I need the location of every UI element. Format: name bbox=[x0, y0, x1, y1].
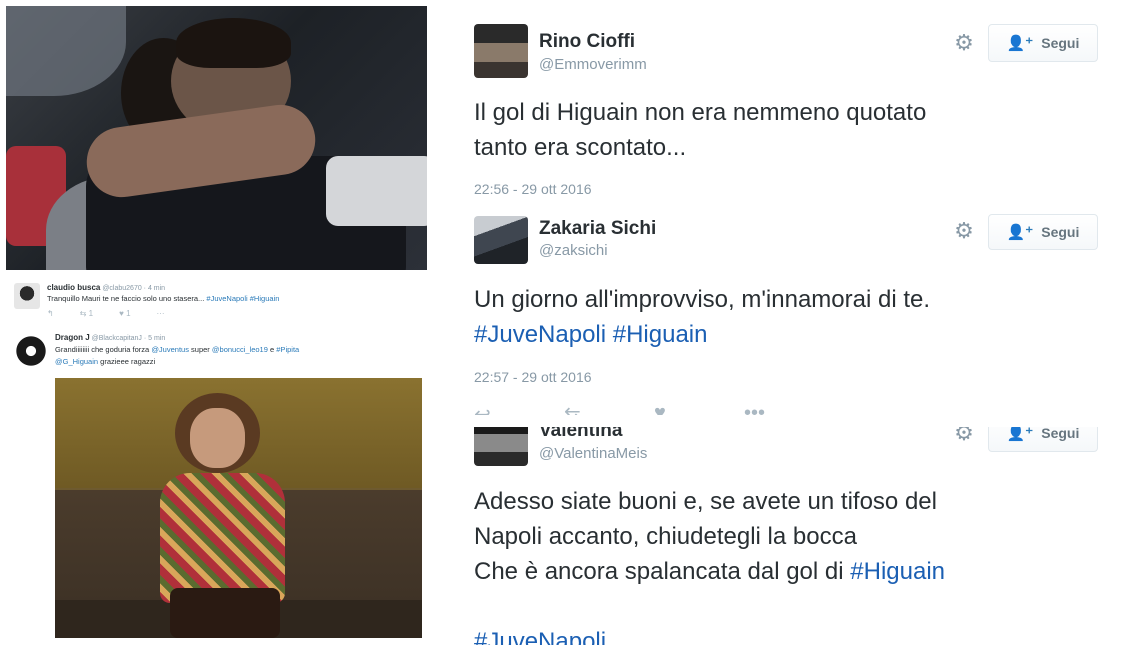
mini-tweet-name[interactable]: Dragon J bbox=[55, 333, 90, 342]
heart-icon[interactable]: ♥ 1 bbox=[119, 309, 130, 318]
user-handle[interactable]: @zaksichi bbox=[539, 242, 608, 259]
gear-icon[interactable]: ⚙ bbox=[952, 219, 976, 243]
mini-tweet-text: Grandiiiiiiii che goduria forza @Juventu… bbox=[55, 345, 300, 366]
mention-link[interactable]: @Juventus bbox=[151, 345, 189, 354]
tweet-valentina: Valentina @ValentinaMeis ⚙ 👤⁺ Segui Ades… bbox=[474, 420, 1104, 645]
user-name[interactable]: Zakaria Sichi bbox=[539, 218, 656, 240]
add-user-icon: 👤⁺ bbox=[1006, 224, 1034, 241]
hashtag-link[interactable]: #Pipita bbox=[276, 345, 299, 354]
follow-button[interactable]: 👤⁺ Segui bbox=[988, 214, 1098, 250]
reply-icon[interactable]: ↰ bbox=[47, 309, 54, 318]
follow-button[interactable]: 👤⁺ Segui bbox=[988, 24, 1098, 62]
mention-link[interactable]: @G_Higuain bbox=[55, 357, 98, 366]
tweet-text: Un giorno all'improvviso, m'innamorai di… bbox=[474, 286, 931, 348]
tweet-text: Il gol di Higuain non era nemmeno quotat… bbox=[474, 99, 927, 161]
user-handle[interactable]: @ValentinaMeis bbox=[539, 445, 647, 462]
crop-mask bbox=[474, 415, 1114, 427]
avatar[interactable] bbox=[474, 24, 528, 78]
mini-tweet-dragon: Dragon J @BlackcapitanJ · 5 min Grandiii… bbox=[55, 333, 420, 368]
hashtag-links[interactable]: #JuveNapoli #Higuain bbox=[474, 321, 707, 348]
more-icon[interactable]: ··· bbox=[157, 309, 165, 318]
mini-avatar-claudio[interactable] bbox=[14, 283, 40, 309]
mini-tweet-hashtags[interactable]: #JuveNapoli #Higuain bbox=[206, 294, 279, 303]
tweet-timestamp[interactable]: 22:56 - 29 ott 2016 bbox=[474, 181, 592, 197]
follow-label: Segui bbox=[1041, 224, 1080, 240]
mini-tweet-text: Tranquillo Mauri te ne faccio solo uno s… bbox=[47, 294, 280, 303]
tweet-zakaria: Zakaria Sichi @zaksichi ⚙ 👤⁺ Segui Un gi… bbox=[474, 214, 1104, 429]
mini-tweet-name[interactable]: claudio busca bbox=[47, 283, 100, 292]
follow-label: Segui bbox=[1041, 425, 1080, 441]
hashtag-link[interactable]: #Higuain bbox=[850, 558, 945, 585]
mini-tweet-claudio: claudio busca @clabu2670 · 4 min Tranqui… bbox=[47, 283, 417, 318]
tweet-timestamp[interactable]: 22:57 - 29 ott 2016 bbox=[474, 369, 592, 385]
hashtag-link-cut[interactable]: #JuveNapoli bbox=[474, 628, 606, 645]
dancing-gif[interactable] bbox=[55, 378, 422, 638]
tweet-rino: Rino Cioffi @Emmoverimm ⚙ 👤⁺ Segui Il go… bbox=[474, 24, 1104, 204]
mini-tweet-actions: ↰ ⇆ 1 ♥ 1 ··· bbox=[47, 309, 417, 318]
add-user-icon: 👤⁺ bbox=[1006, 35, 1034, 52]
hug-photo bbox=[6, 6, 427, 270]
tweet-text: Adesso siate buoni e, se avete un tifoso… bbox=[474, 484, 1094, 645]
mini-tweet-handle[interactable]: @BlackcapitanJ · 5 min bbox=[92, 335, 166, 342]
avatar[interactable] bbox=[474, 216, 528, 264]
mini-tweet-handle[interactable]: @clabu2670 · 4 min bbox=[102, 285, 165, 292]
follow-label: Segui bbox=[1041, 35, 1080, 51]
mention-link[interactable]: @bonucci_leo19 bbox=[212, 345, 268, 354]
user-handle[interactable]: @Emmoverimm bbox=[539, 56, 647, 73]
mini-avatar-dragon[interactable] bbox=[14, 334, 48, 368]
retweet-icon[interactable]: ⇆ 1 bbox=[80, 309, 93, 318]
user-name[interactable]: Rino Cioffi bbox=[539, 31, 635, 53]
gear-icon[interactable]: ⚙ bbox=[952, 31, 976, 55]
